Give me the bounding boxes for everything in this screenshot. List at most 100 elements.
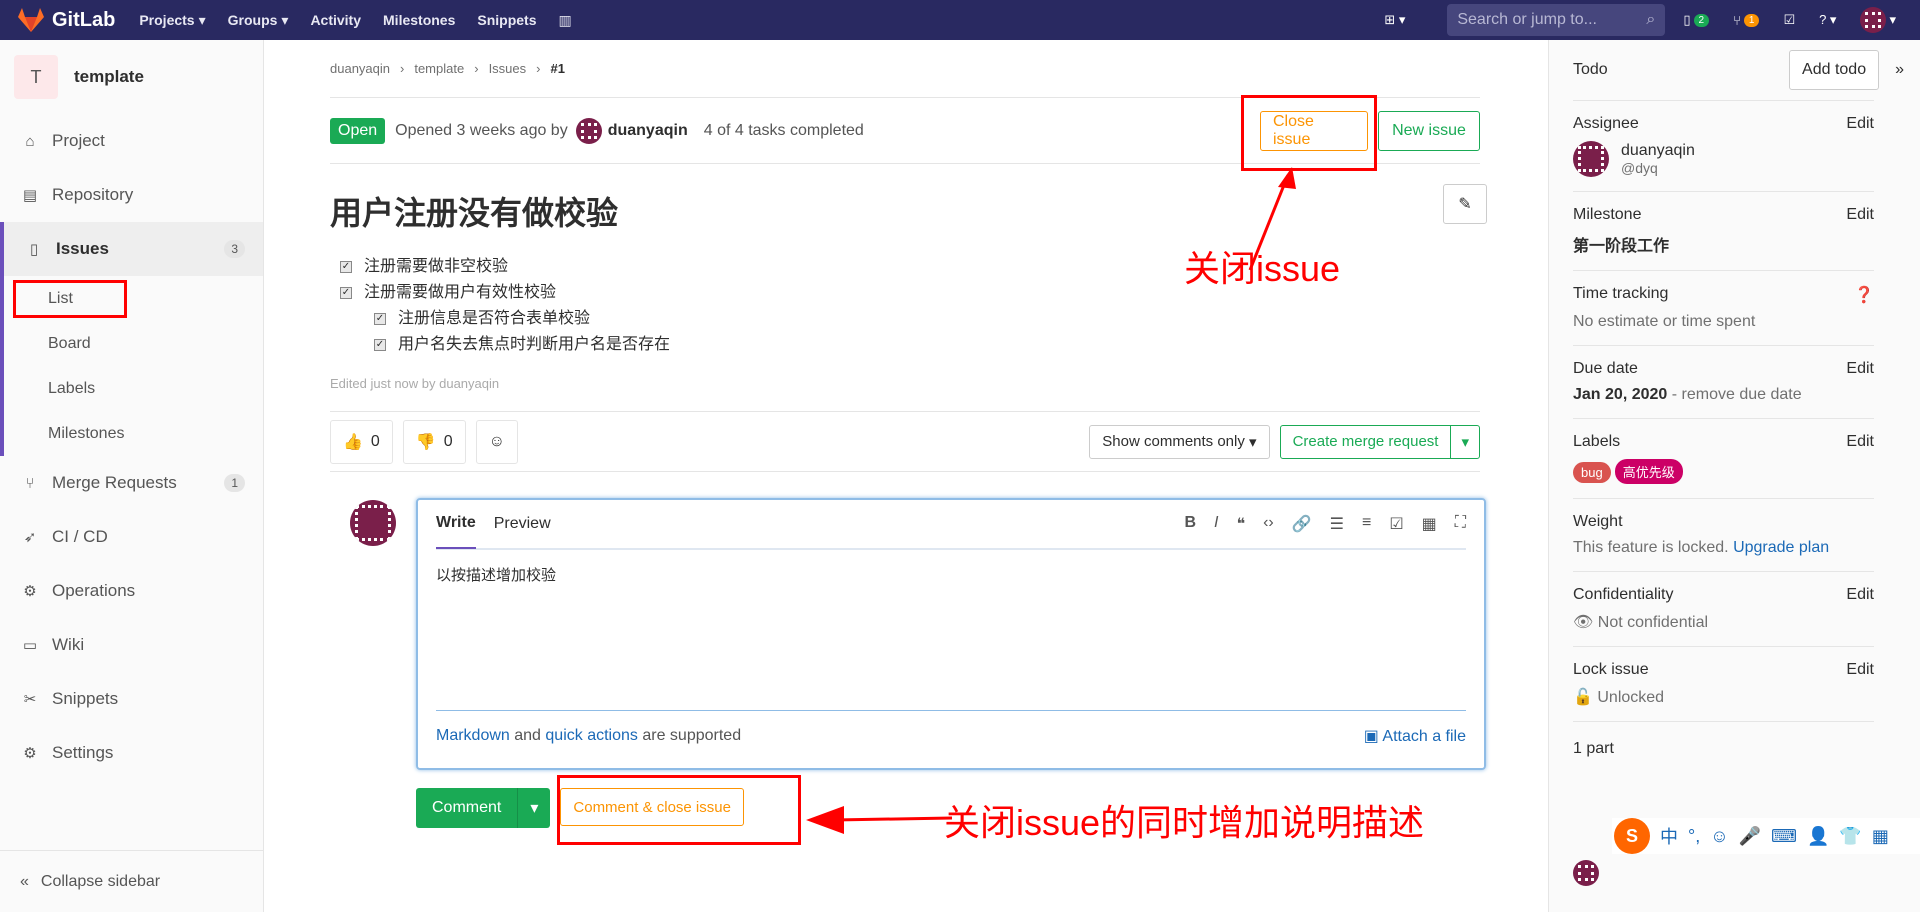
sidebar-item-issues[interactable]: ▯ Issues 3 [4, 222, 263, 276]
sidebar-item-snippets[interactable]: ✂ Snippets [0, 672, 263, 726]
code-icon[interactable]: ‹› [1263, 514, 1274, 534]
comments-filter-dropdown[interactable]: Show comments only ▾ [1089, 424, 1270, 459]
add-todo-button[interactable]: Add todo [1789, 50, 1880, 90]
merge-requests-icon[interactable]: ⑂ 1 [1733, 13, 1760, 28]
chevron-down-icon: ▾ [1450, 424, 1479, 459]
crumb-project[interactable]: template [414, 61, 464, 76]
sidebar-item-wiki[interactable]: ▭ Wiki [0, 618, 263, 672]
edit-due-link[interactable]: Edit [1846, 360, 1874, 378]
numbered-list-icon[interactable]: ≡ [1362, 514, 1371, 534]
create-merge-request-button[interactable]: Create merge request ▾ [1279, 424, 1480, 459]
annotation-box-close-comment [557, 775, 801, 845]
crumb-user[interactable]: duanyaqin [330, 61, 390, 76]
user-icon[interactable]: 👤 [1807, 826, 1829, 847]
question-circle-icon[interactable]: ❓ [1854, 285, 1874, 305]
bullet-list-icon[interactable]: ☰ [1330, 514, 1344, 534]
chart-icon[interactable]: ▥ [559, 12, 572, 29]
gitlab-logo[interactable]: GitLab [18, 8, 115, 32]
quick-actions-link[interactable]: quick actions [545, 727, 638, 744]
weight-section: Weight This feature is locked. Upgrade p… [1573, 499, 1874, 572]
thumbs-up-icon: 👍 [343, 433, 363, 451]
thumbs-up-button[interactable]: 👍 0 [330, 419, 393, 464]
edit-assignee-link[interactable]: Edit [1846, 115, 1874, 133]
bold-icon[interactable]: B [1184, 514, 1196, 534]
tasks-status: 4 of 4 tasks completed [703, 121, 864, 139]
search-icon: ⌕ [1646, 11, 1656, 28]
author-avatar[interactable] [575, 117, 602, 144]
participant-avatar[interactable] [1573, 860, 1599, 886]
quote-icon[interactable]: ❝ [1236, 514, 1245, 534]
tab-preview[interactable]: Preview [494, 499, 551, 549]
sidebar-item-operations[interactable]: ⚙ Operations [0, 564, 263, 618]
sidebar-item-project[interactable]: ⌂ Project [0, 114, 263, 168]
checkbox[interactable]: ✓ [340, 287, 352, 299]
comment-textarea[interactable]: 以按描述增加校验 [436, 564, 1466, 696]
project-header[interactable]: T template [0, 40, 263, 114]
grid-icon[interactable]: ▦ [1872, 826, 1889, 847]
fullscreen-icon[interactable]: ⛶ [1455, 514, 1466, 534]
nav-projects[interactable]: Projects ▾ [139, 12, 205, 29]
sidebar-sub-labels[interactable]: Labels [4, 366, 263, 411]
add-reaction-button[interactable]: ☺ [475, 419, 518, 464]
annotation-box-list [13, 280, 127, 318]
edit-lock-link[interactable]: Edit [1846, 661, 1874, 679]
keyboard-icon[interactable]: ⌨ [1771, 826, 1797, 847]
edit-pencil-icon[interactable]: ✎ [1443, 184, 1487, 224]
crumb-issue-id[interactable]: #1 [550, 61, 564, 76]
microphone-icon[interactable]: 🎤 [1739, 826, 1761, 847]
attach-file-button[interactable]: ▣ Attach a file [1364, 726, 1466, 746]
collapse-sidebar-button[interactable]: «Collapse sidebar [0, 850, 264, 912]
checkbox[interactable]: ✓ [374, 339, 386, 351]
todos-icon[interactable]: ☑ [1783, 12, 1795, 28]
awards-bar: 👍 0 👎 0 ☺ Show comments only ▾ Create merg… [330, 412, 1480, 472]
punctuation-icon[interactable]: °, [1688, 826, 1700, 847]
remove-due-date-link[interactable]: - remove due date [1667, 386, 1802, 403]
checkbox[interactable]: ✓ [340, 261, 352, 273]
markdown-link[interactable]: Markdown [436, 727, 510, 744]
todo-label: Todo [1573, 61, 1608, 78]
help-icon[interactable]: ? ▾ [1819, 12, 1836, 28]
sidebar-sub-board[interactable]: Board [4, 321, 263, 366]
edit-milestone-link[interactable]: Edit [1846, 206, 1874, 224]
due-date-value: Jan 20, 2020 [1573, 386, 1668, 403]
author-link[interactable]: duanyaqin [608, 122, 688, 140]
issues-icon[interactable]: ▯ 2 [1683, 12, 1710, 28]
assignee-avatar[interactable] [1573, 141, 1609, 177]
sidebar-item-settings[interactable]: ⚙ Settings [0, 726, 263, 780]
thumbs-down-button[interactable]: 👎 0 [402, 419, 466, 464]
collapse-chevron-icon[interactable]: » [1895, 61, 1904, 79]
new-issue-button[interactable]: New issue [1378, 110, 1480, 151]
milestone-value[interactable]: 第一阶段工作 [1573, 232, 1874, 256]
label-high-priority[interactable]: 高优先级 [1614, 459, 1683, 484]
assignee-name[interactable]: duanyaqin [1621, 142, 1695, 160]
sidebar-item-merge-requests[interactable]: ⑂ Merge Requests 1 [0, 456, 263, 510]
task-list-icon[interactable]: ☑ [1389, 514, 1403, 534]
sogou-logo-icon[interactable]: S [1614, 818, 1650, 854]
italic-icon[interactable]: I [1214, 514, 1218, 534]
nav-milestones[interactable]: Milestones [383, 12, 455, 29]
project-avatar: T [14, 55, 58, 99]
label-bug[interactable]: bug [1573, 462, 1611, 483]
upgrade-plan-link[interactable]: Upgrade plan [1733, 539, 1829, 556]
link-icon[interactable]: 🔗 [1292, 514, 1312, 534]
edit-confidentiality-link[interactable]: Edit [1846, 586, 1874, 604]
comment-button[interactable]: Comment ▾ [416, 788, 551, 828]
emoji-icon[interactable]: ☺ [1710, 826, 1728, 847]
search-input[interactable]: Search or jump to... ⌕ [1447, 4, 1666, 36]
nav-activity[interactable]: Activity [310, 12, 361, 29]
table-icon[interactable]: ▦ [1422, 514, 1437, 534]
plus-dropdown-icon[interactable]: ⊞ ▾ [1384, 12, 1405, 28]
sidebar-item-repository[interactable]: ▤ Repository [0, 168, 263, 222]
edit-labels-link[interactable]: Edit [1846, 433, 1874, 451]
issue-title: 用户注册没有做校验 [330, 195, 619, 231]
checkbox[interactable]: ✓ [374, 313, 386, 325]
user-avatar-icon[interactable]: ▾ [1860, 7, 1896, 33]
skin-icon[interactable]: 👕 [1839, 826, 1861, 847]
chinese-mode-icon[interactable]: 中 [1660, 823, 1678, 849]
sidebar-item-cicd[interactable]: ➶ CI / CD [0, 510, 263, 564]
tab-write[interactable]: Write [436, 499, 476, 549]
nav-snippets[interactable]: Snippets [477, 12, 536, 29]
nav-groups[interactable]: Groups ▾ [228, 12, 289, 29]
crumb-issues[interactable]: Issues [489, 61, 527, 76]
sidebar-sub-milestones[interactable]: Milestones [4, 411, 263, 456]
